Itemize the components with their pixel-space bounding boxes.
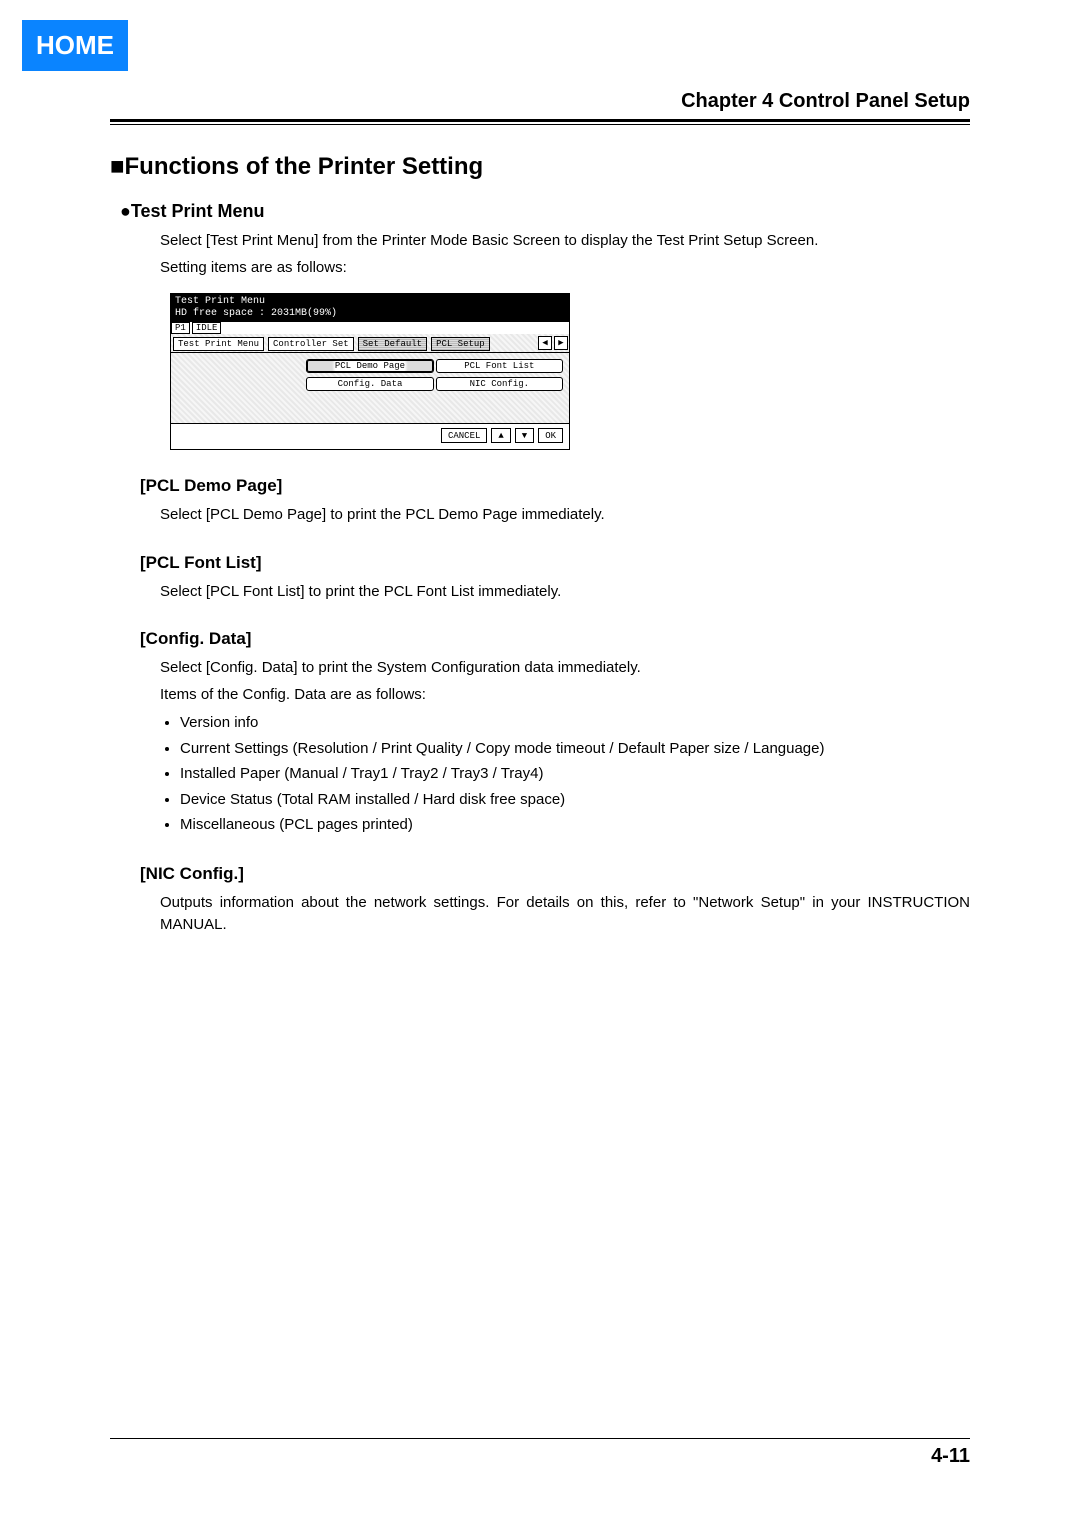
item-text-nic: Outputs information about the network se… (160, 892, 970, 937)
item-heading-pcl-font: [PCL Font List] (140, 553, 970, 573)
item-text-config-1: Select [Config. Data] to print the Syste… (160, 657, 970, 680)
chapter-title: Chapter 4 Control Panel Setup (110, 90, 970, 113)
lcd-tab-pcl-setup: PCL Setup (431, 337, 490, 351)
item-text-config-2: Items of the Config. Data are as follows… (160, 684, 970, 707)
config-list: Version info Current Settings (Resolutio… (180, 710, 970, 838)
lcd-nav-right-icon: ▶ (554, 336, 568, 350)
lcd-status-p1: P1 (171, 322, 190, 334)
item-heading-pcl-demo: [PCL Demo Page] (140, 476, 970, 496)
page-number: 4-11 (110, 1445, 970, 1468)
lcd-status-row: P1 IDLE (171, 322, 569, 334)
lcd-hd-line: HD free space : 2031MB(99%) (175, 308, 565, 320)
list-item: Miscellaneous (PCL pages printed) (180, 812, 970, 838)
item-text-pcl-demo: Select [PCL Demo Page] to print the PCL … (160, 504, 970, 527)
lcd-title: Test Print Menu (175, 296, 565, 308)
lcd-tab-controller-set: Controller Set (268, 337, 354, 351)
page-content: Chapter 4 Control Panel Setup ■Functions… (110, 90, 970, 937)
lcd-footer: CANCEL ▲ ▼ OK (171, 423, 569, 449)
home-button[interactable]: HOME (22, 20, 128, 71)
main-heading: ■Functions of the Printer Setting (110, 153, 970, 181)
lcd-body: PCL Demo Page Config. Data PCL Font List… (171, 353, 569, 423)
lcd-cancel-btn: CANCEL (441, 428, 487, 443)
lcd-header: Test Print Menu HD free space : 2031MB(9… (171, 294, 569, 322)
lcd-down-icon: ▼ (515, 428, 534, 443)
footer-rule (110, 1438, 970, 1439)
lcd-btn-config-data: Config. Data (306, 377, 433, 391)
intro-paragraph-2: Setting items are as follows: (160, 257, 970, 280)
list-item: Version info (180, 710, 970, 736)
header-rule (110, 119, 970, 125)
list-item: Installed Paper (Manual / Tray1 / Tray2 … (180, 761, 970, 787)
item-text-pcl-font: Select [PCL Font List] to print the PCL … (160, 581, 970, 604)
intro-paragraph-1: Select [Test Print Menu] from the Printe… (160, 230, 970, 253)
lcd-screenshot: Test Print Menu HD free space : 2031MB(9… (170, 293, 570, 450)
lcd-tab-set-default: Set Default (358, 337, 427, 351)
list-item: Device Status (Total RAM installed / Har… (180, 787, 970, 813)
lcd-status-idle: IDLE (192, 322, 222, 334)
lcd-btn-nic-config: NIC Config. (436, 377, 563, 391)
lcd-tabs: Test Print Menu Controller Set Set Defau… (171, 334, 569, 353)
page-footer: 4-11 (110, 1438, 970, 1468)
lcd-btn-pcl-demo: PCL Demo Page (306, 359, 433, 373)
lcd-btn-pcl-font: PCL Font List (436, 359, 563, 373)
sub-heading: ●Test Print Menu (120, 201, 970, 222)
list-item: Current Settings (Resolution / Print Qua… (180, 736, 970, 762)
lcd-up-icon: ▲ (491, 428, 510, 443)
lcd-ok-btn: OK (538, 428, 563, 443)
lcd-tab-test-print: Test Print Menu (173, 337, 264, 351)
lcd-nav-left-icon: ◀ (538, 336, 552, 350)
item-heading-config-data: [Config. Data] (140, 629, 970, 649)
item-heading-nic-config: [NIC Config.] (140, 864, 970, 884)
